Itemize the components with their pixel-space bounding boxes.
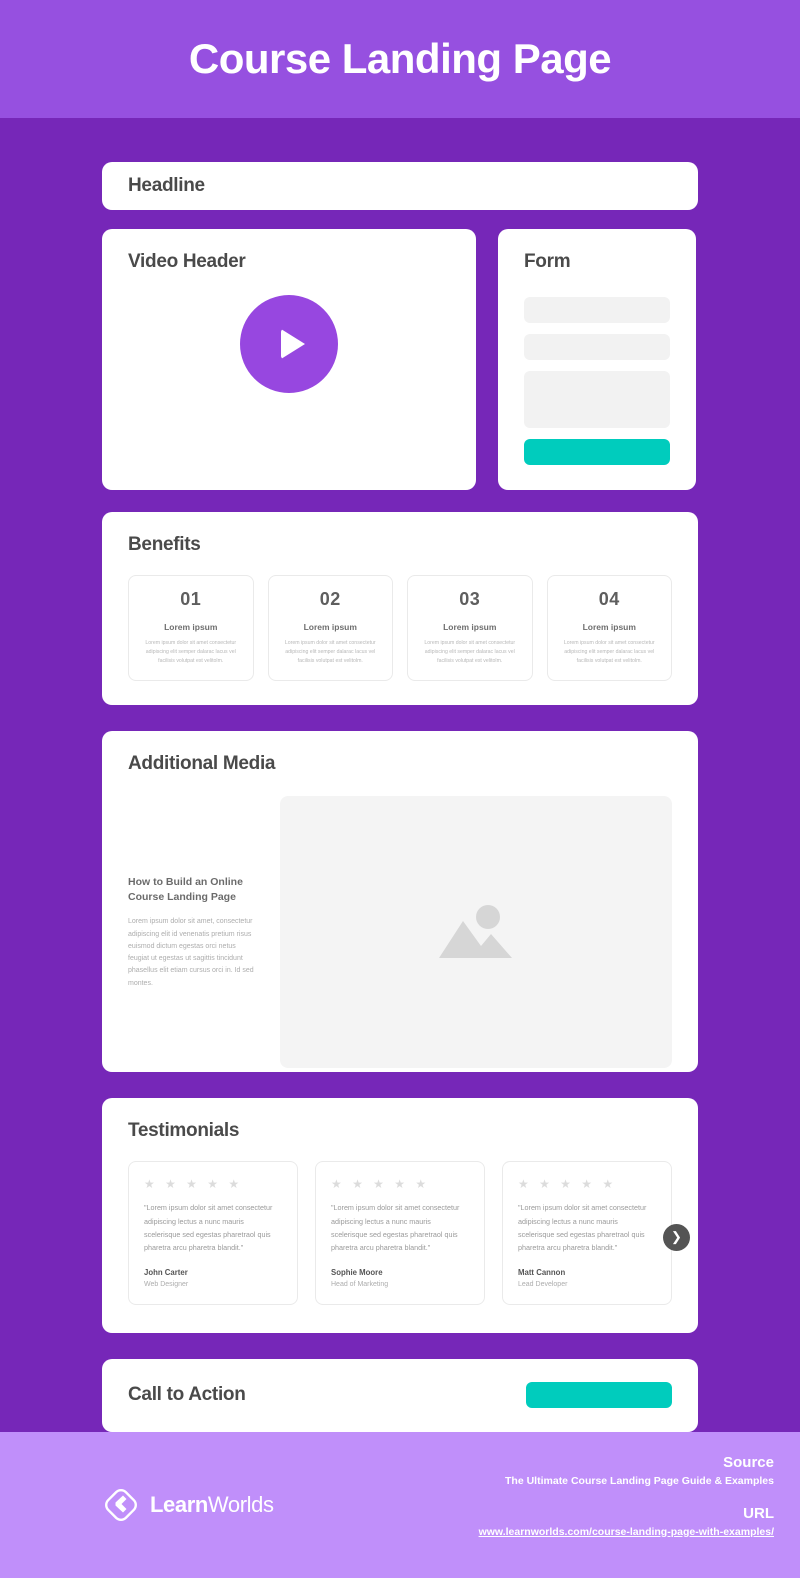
benefit-subtitle: Lorem ipsum <box>164 622 218 632</box>
testimonial-quote: "Lorem ipsum dolor sit amet consectetur … <box>518 1203 647 1253</box>
video-header-section: Video Header <box>102 229 476 490</box>
testimonial-role: Head of Marketing <box>331 1280 389 1288</box>
benefits-title: Benefits <box>128 534 201 555</box>
additional-media-heading: How to Build an Online Course Landing Pa… <box>128 875 243 903</box>
video-play-area <box>102 295 476 393</box>
video-form-row: Video Header Form <box>102 229 698 490</box>
testimonials-next-button[interactable]: ❯ <box>663 1224 690 1252</box>
benefit-body: Lorem ipsum dolor sit amet consectetur a… <box>284 640 376 665</box>
benefit-number: 03 <box>459 589 481 609</box>
brand-name-bold: Learn <box>150 1491 208 1517</box>
testimonial-card: ★ ★ ★ ★ ★ "Lorem ipsum dolor sit amet co… <box>315 1161 485 1305</box>
url-value[interactable]: www.learnworlds.com/course-landing-page-… <box>479 1526 774 1538</box>
testimonial-role: Lead Developer <box>518 1280 568 1288</box>
video-header-title: Video Header <box>128 251 246 272</box>
headline-title: Headline <box>128 175 205 196</box>
source-value: The Ultimate Course Landing Page Guide &… <box>505 1474 774 1487</box>
infographic-page: Course Landing Page Headline Video Heade… <box>0 0 800 1578</box>
form-textarea[interactable] <box>524 371 670 428</box>
play-icon <box>280 329 305 359</box>
headline-section: Headline <box>102 162 698 210</box>
benefit-subtitle: Lorem ipsum <box>303 622 357 632</box>
page-body: Headline Video Header Form Benefits 01 L… <box>0 118 800 1432</box>
benefit-card: 03 Lorem ipsum Lorem ipsum dolor sit ame… <box>407 575 533 682</box>
testimonials-section: Testimonials ★ ★ ★ ★ ★ "Lorem ipsum dolo… <box>102 1098 698 1333</box>
benefit-number: 01 <box>180 589 202 609</box>
form-field-1[interactable] <box>524 297 670 323</box>
additional-media-content: How to Build an Online Course Landing Pa… <box>128 796 672 1069</box>
call-to-action-title: Call to Action <box>128 1384 246 1406</box>
footer-meta: Source The Ultimate Course Landing Page … <box>479 1454 774 1556</box>
call-to-action-button[interactable] <box>526 1382 672 1409</box>
testimonial-card: ★ ★ ★ ★ ★ "Lorem ipsum dolor sit amet co… <box>128 1161 298 1305</box>
testimonials-grid: ★ ★ ★ ★ ★ "Lorem ipsum dolor sit amet co… <box>128 1161 672 1305</box>
testimonial-quote: "Lorem ipsum dolor sit amet consectetur … <box>144 1203 273 1253</box>
benefit-card: 02 Lorem ipsum Lorem ipsum dolor sit ame… <box>267 575 393 682</box>
brand-name-light: Worlds <box>207 1491 274 1517</box>
source-label: Source <box>723 1453 774 1471</box>
testimonial-quote: "Lorem ipsum dolor sit amet consectetur … <box>331 1203 460 1253</box>
page-header: Course Landing Page <box>0 0 800 118</box>
form-fields <box>524 297 670 465</box>
page-footer: LearnWorlds Source The Ultimate Course L… <box>0 1431 800 1578</box>
benefit-subtitle: Lorem ipsum <box>443 622 497 632</box>
brand-name: LearnWorlds <box>150 1492 274 1518</box>
rating-stars-icon: ★ ★ ★ ★ ★ <box>144 1177 243 1192</box>
testimonial-name: Sophie Moore <box>331 1267 383 1277</box>
brand: LearnWorlds <box>102 1486 274 1524</box>
benefit-number: 02 <box>319 589 341 609</box>
testimonials-title: Testimonials <box>128 1120 240 1142</box>
testimonial-name: John Carter <box>144 1267 188 1277</box>
benefit-card: 04 Lorem ipsum Lorem ipsum dolor sit ame… <box>546 575 672 682</box>
testimonial-name: Matt Cannon <box>518 1267 566 1277</box>
benefits-grid: 01 Lorem ipsum Lorem ipsum dolor sit ame… <box>128 575 672 682</box>
learnworlds-logo-icon <box>105 1488 137 1521</box>
additional-media-title: Additional Media <box>128 753 276 775</box>
chevron-right-icon: ❯ <box>671 1229 682 1245</box>
url-label: URL <box>743 1504 774 1522</box>
page-title: Course Landing Page <box>188 35 612 82</box>
additional-media-image <box>280 796 672 1069</box>
benefit-number: 04 <box>598 589 620 609</box>
rating-stars-icon: ★ ★ ★ ★ ★ <box>331 1177 430 1192</box>
form-section: Form <box>498 229 696 490</box>
benefit-body: Lorem ipsum dolor sit amet consectetur a… <box>145 640 237 665</box>
form-title: Form <box>524 251 571 272</box>
benefit-subtitle: Lorem ipsum <box>582 622 636 632</box>
form-field-2[interactable] <box>524 334 670 360</box>
benefit-card: 01 Lorem ipsum Lorem ipsum dolor sit ame… <box>128 575 254 682</box>
testimonial-card: ★ ★ ★ ★ ★ "Lorem ipsum dolor sit amet co… <box>502 1161 672 1305</box>
call-to-action-section: Call to Action <box>102 1358 698 1432</box>
image-placeholder-icon <box>439 905 512 959</box>
benefit-body: Lorem ipsum dolor sit amet consectetur a… <box>563 640 655 665</box>
additional-media-text: How to Build an Online Course Landing Pa… <box>128 796 258 1068</box>
rating-stars-icon: ★ ★ ★ ★ ★ <box>518 1177 617 1192</box>
additional-media-body: Lorem ipsum dolor sit amet, consectetur … <box>128 918 254 987</box>
play-button[interactable] <box>240 295 338 393</box>
benefit-body: Lorem ipsum dolor sit amet consectetur a… <box>424 640 516 665</box>
additional-media-section: Additional Media How to Build an Online … <box>102 731 698 1073</box>
testimonial-role: Web Designer <box>144 1280 189 1288</box>
form-submit-button[interactable] <box>524 439 670 465</box>
benefits-section: Benefits 01 Lorem ipsum Lorem ipsum dolo… <box>102 512 698 706</box>
